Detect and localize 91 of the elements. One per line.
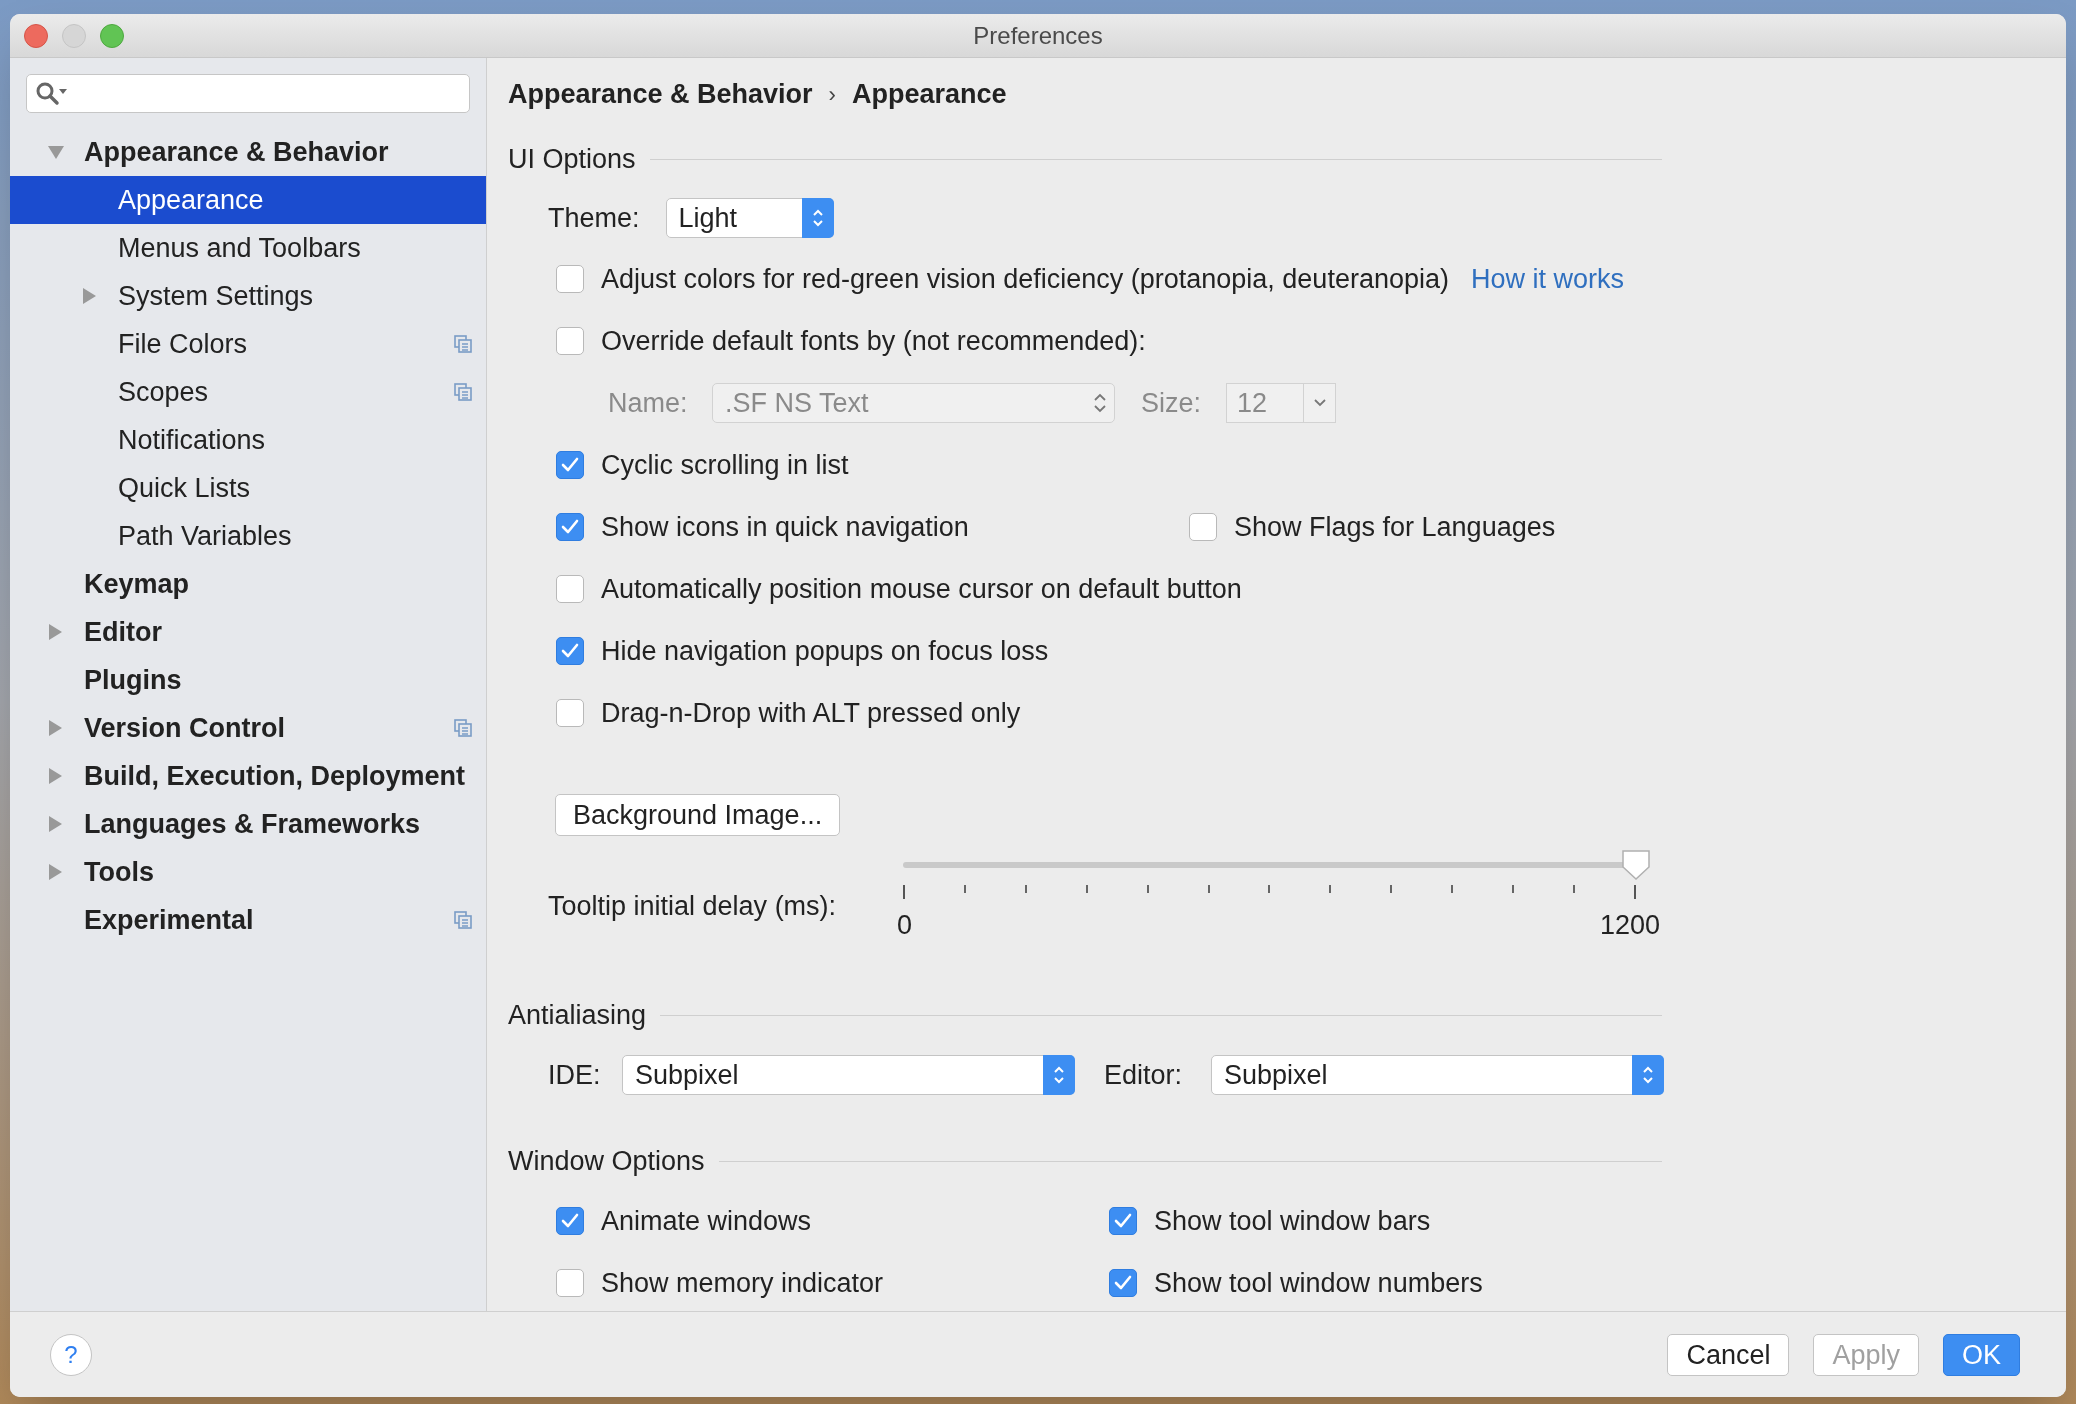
checkbox[interactable] <box>1189 513 1217 541</box>
field-label: Name: <box>608 386 689 420</box>
slider-label: Tooltip initial delay (ms): <box>548 889 838 923</box>
tick-mark <box>1572 884 1575 893</box>
checkbox-label[interactable]: Show tool window numbers <box>1154 1262 1483 1304</box>
tick-mark <box>1329 884 1332 893</box>
checkmark-icon <box>561 1213 579 1229</box>
checkmark-icon <box>561 643 579 659</box>
antialiasing-dropdown[interactable]: Subpixel <box>622 1055 1075 1095</box>
tick-mark <box>1390 884 1393 893</box>
sidebar-item[interactable]: Menus and Toolbars <box>10 224 486 272</box>
section-title: UI Options <box>508 142 636 176</box>
tick-mark <box>1268 884 1271 893</box>
chevron-down-icon <box>1312 398 1327 408</box>
checkbox-label[interactable]: Cyclic scrolling in list <box>601 444 849 486</box>
section-title: Antialiasing <box>508 998 647 1032</box>
checkbox[interactable] <box>556 1207 584 1235</box>
sidebar-item[interactable]: Editor <box>10 608 486 656</box>
checkbox-label[interactable]: Automatically position mouse cursor on default button <box>601 568 1242 610</box>
slider-thumb[interactable] <box>1621 848 1651 881</box>
sidebar-item[interactable]: Notifications <box>10 416 486 464</box>
dialog-button[interactable]: Cancel <box>1667 1333 1790 1376</box>
checkbox[interactable] <box>556 699 584 727</box>
sidebar-item[interactable]: Path Variables <box>10 512 486 560</box>
checkbox[interactable] <box>556 637 584 665</box>
field-label: Theme: <box>548 201 640 235</box>
slider-max-label: 1200 <box>1599 908 1660 942</box>
tick-mark <box>1633 884 1636 899</box>
checkbox[interactable] <box>1109 1207 1137 1235</box>
field-label: Size: <box>1141 386 1203 420</box>
tick-mark <box>903 884 905 899</box>
sidebar-item[interactable]: System Settings <box>10 272 486 320</box>
sidebar-item[interactable]: Plugins <box>10 656 486 704</box>
checkbox-label[interactable]: Override default fonts by (not recommended): <box>601 320 1146 362</box>
checkmark-icon <box>561 519 579 535</box>
section-title: Window Options <box>508 1144 705 1178</box>
sidebar-item[interactable]: Appearance & Behavior <box>10 128 486 176</box>
dialog-button: Apply <box>1813 1333 1919 1376</box>
tick-mark <box>1024 884 1027 893</box>
slider-min-label: 0 <box>897 908 913 942</box>
sidebar-item[interactable]: Experimental <box>10 896 486 944</box>
checkbox-label[interactable]: Show tool window bars <box>1154 1200 1431 1242</box>
help-link[interactable]: How it works <box>1470 258 1624 300</box>
checkbox-label[interactable]: Hide navigation popups on focus loss <box>601 630 1049 672</box>
sidebar-item[interactable]: Appearance <box>10 176 486 224</box>
field-label: IDE: <box>548 1058 602 1092</box>
sidebar-item[interactable]: Version Control <box>10 704 486 752</box>
tick-mark <box>1512 884 1515 893</box>
checkbox-label[interactable]: Show Flags for Languages <box>1234 506 1556 548</box>
sidebar-item[interactable]: Quick Lists <box>10 464 486 512</box>
tick-mark <box>1207 884 1210 893</box>
checkbox-label[interactable]: Animate windows <box>601 1200 812 1242</box>
close-button[interactable] <box>24 24 48 48</box>
field-label: Editor: <box>1104 1058 1184 1092</box>
stepper-icon <box>1092 391 1108 415</box>
window-title: Preferences <box>973 20 1103 51</box>
checkbox-label[interactable]: Show memory indicator <box>601 1262 884 1304</box>
sidebar-item[interactable]: File Colors <box>10 320 486 368</box>
sidebar-item[interactable]: Keymap <box>10 560 486 608</box>
search-field[interactable] <box>26 74 470 113</box>
help-button[interactable]: ? <box>50 1333 92 1376</box>
checkbox[interactable] <box>1109 1269 1137 1297</box>
checkmark-icon <box>1114 1213 1132 1229</box>
sidebar-item[interactable]: Build, Execution, Deployment <box>10 752 486 800</box>
breadcrumb-item[interactable]: Appearance & Behavior <box>508 73 813 115</box>
minimize-button[interactable] <box>62 24 86 48</box>
checkmark-icon <box>1114 1275 1132 1291</box>
zoom-button[interactable] <box>100 24 124 48</box>
checkbox[interactable] <box>556 265 584 293</box>
checkbox[interactable] <box>556 1269 584 1297</box>
antialiasing-dropdown[interactable]: Subpixel <box>1211 1055 1664 1095</box>
breadcrumb-separator: › <box>828 80 836 109</box>
tick-mark <box>963 884 966 893</box>
checkbox[interactable] <box>556 451 584 479</box>
breadcrumb-item: Appearance <box>851 77 1007 111</box>
background-image-button[interactable]: Background Image... <box>555 794 841 836</box>
checkbox-label[interactable]: Adjust colors for red-green vision deficiency (protanopia, deuteranopia) <box>601 258 1449 300</box>
tick-mark <box>1085 884 1088 893</box>
tick-mark <box>1451 884 1454 893</box>
sidebar-item[interactable]: Languages & Frameworks <box>10 800 486 848</box>
checkbox-label[interactable]: Drag-n-Drop with ALT pressed only <box>601 692 1021 734</box>
checkbox[interactable] <box>556 513 584 541</box>
search-icon <box>35 80 69 107</box>
sidebar-item[interactable]: Tools <box>10 848 486 896</box>
theme-dropdown[interactable]: Light <box>665 198 834 238</box>
checkbox[interactable] <box>556 575 584 603</box>
checkmark-icon <box>561 457 579 473</box>
tick-mark <box>1146 884 1149 893</box>
checkbox[interactable] <box>556 327 584 355</box>
sidebar-item[interactable]: Scopes <box>10 368 486 416</box>
checkbox-label[interactable]: Show icons in quick navigation <box>601 506 969 548</box>
